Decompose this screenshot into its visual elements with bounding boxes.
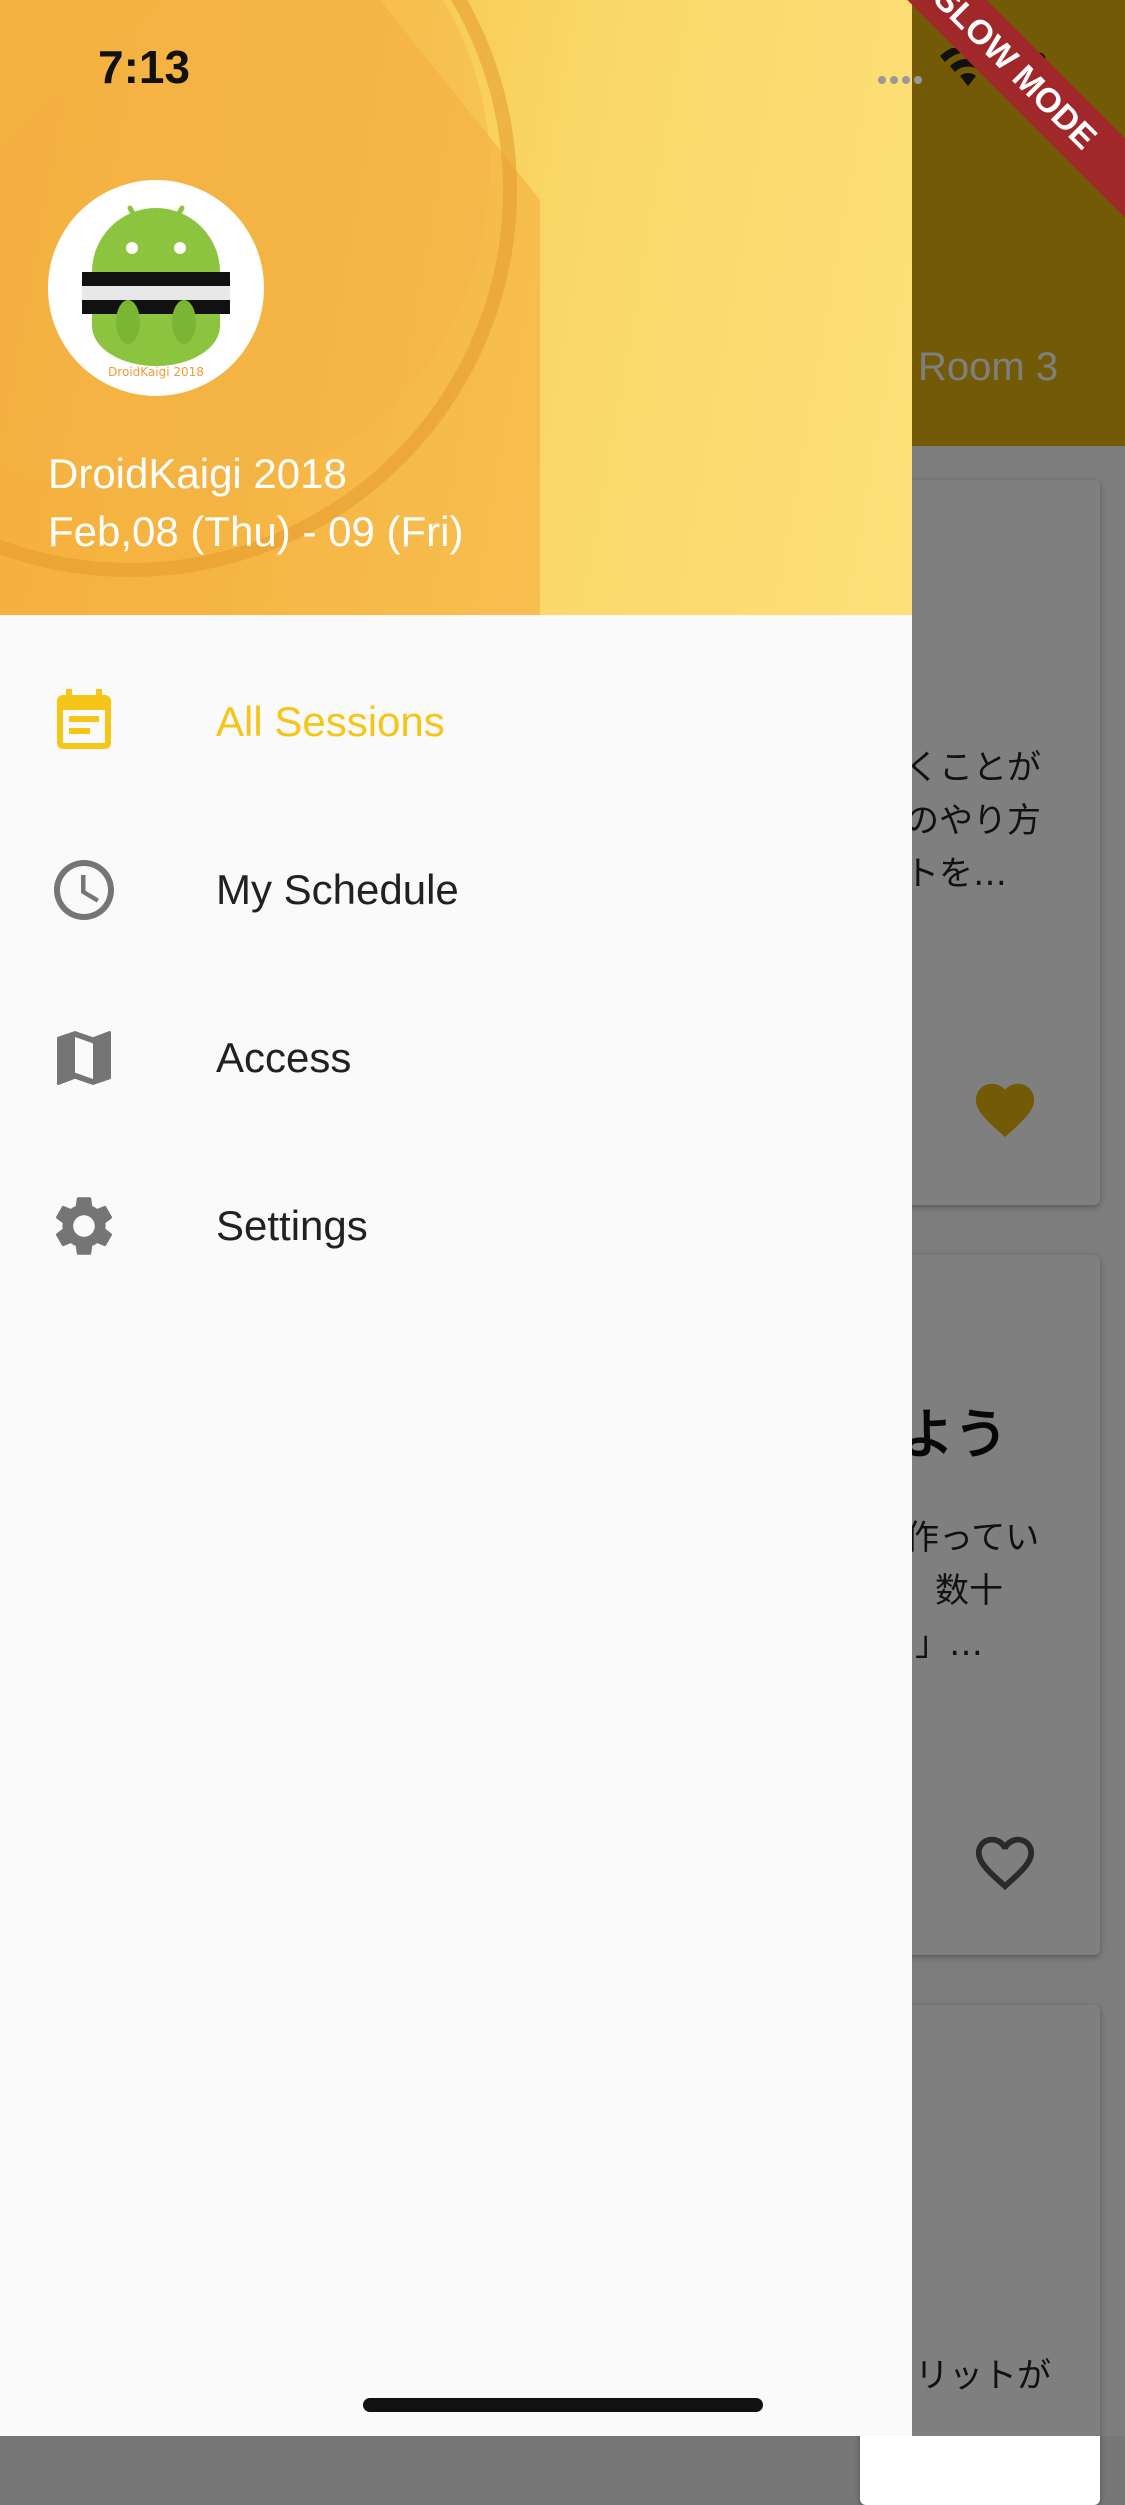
event-dates: Feb,08 (Thu) - 09 (Fri)	[48, 508, 464, 555]
gear-icon	[55, 1197, 113, 1255]
menu-label: Settings	[216, 1202, 368, 1249]
menu-item-all-sessions[interactable]: All Sessions	[0, 640, 912, 808]
menu-item-access[interactable]: Access	[0, 976, 912, 1144]
logo-text: DroidKaigi 2018	[108, 365, 204, 379]
home-indicator[interactable]	[363, 2398, 763, 2412]
map-icon	[57, 1031, 111, 1085]
signal-icon	[878, 76, 922, 84]
navigation-drawer: DroidKaigi 2018 DroidKaigi 2018 Feb,08 (…	[0, 0, 912, 2436]
menu-label: Access	[216, 1034, 352, 1081]
menu-label: My Schedule	[216, 866, 459, 913]
droidkaigi-logo: DroidKaigi 2018	[48, 180, 264, 396]
menu-item-settings[interactable]: Settings	[0, 1144, 912, 1312]
menu-item-my-schedule[interactable]: My Schedule	[0, 808, 912, 976]
status-time: 7:13	[98, 41, 191, 93]
clock-icon	[54, 860, 114, 920]
event-name: DroidKaigi 2018	[48, 450, 347, 497]
event-note-icon	[57, 689, 111, 749]
menu-label: All Sessions	[216, 698, 445, 745]
